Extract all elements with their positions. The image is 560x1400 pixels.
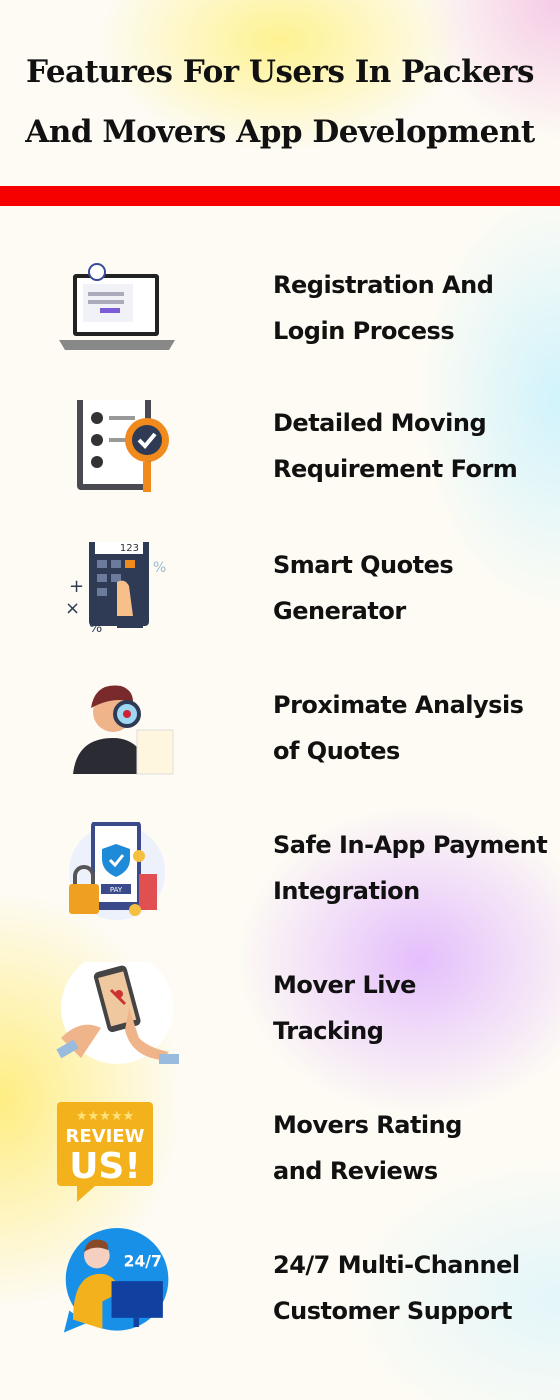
feature-item-quotes-generator: 123 + ×%% Smart Quotes Generator [0,542,560,682]
laptop-login-icon [59,263,175,350]
feature-title-line2: of Quotes [273,737,400,765]
support-24-7-icon: 24/7 [63,1228,169,1333]
review-us-icon: ★★★★★ REVIEW US! [57,1102,153,1202]
svg-text:REVIEW: REVIEW [66,1126,145,1147]
svg-text:★★★★★: ★★★★★ [76,1109,134,1124]
feature-title-line2: Login Process [273,317,455,345]
title-line-2: And Movers App Development [25,114,535,150]
feature-title-line1: Mover Live [273,971,416,999]
feature-title-line1: Smart Quotes [273,551,454,579]
svg-text:+: + [69,576,84,597]
feature-title-line2: Customer Support [273,1297,512,1325]
feature-item-registration: Registration And Login Process [0,262,560,402]
feature-title-line2: Integration [273,877,420,905]
svg-text:US!: US! [69,1146,141,1187]
feature-item-live-tracking: Mover Live Tracking [0,962,560,1102]
feature-item-ratings: ★★★★★ REVIEW US! Movers Rating and Review… [0,1102,560,1242]
feature-title-line1: Proximate Analysis [273,691,524,719]
feature-item-requirement-form: Detailed Moving Requirement Form [0,400,560,540]
divider-bar [0,186,560,206]
magnifier-analysis-icon [73,685,174,775]
feature-title-line2: Requirement Form [273,455,518,483]
page-title: Features For Users In Packers And Movers… [0,42,560,162]
feature-title-line1: Detailed Moving [273,409,487,437]
feature-title-line1: Safe In-App Payment [273,831,548,859]
svg-text:%: % [153,560,166,576]
clipboard-check-icon [77,400,169,492]
feature-item-payment: PAY Safe In-App Payment Integration [0,822,560,962]
support-hours-graphic: 24/7 [124,1253,162,1271]
svg-text:%: % [89,620,102,636]
svg-text:×: × [65,598,80,619]
pay-button-graphic: PAY [110,886,123,894]
secure-payment-icon: PAY [69,822,165,920]
feature-title-line2: and Reviews [273,1157,438,1185]
feature-title-line1: Movers Rating [273,1111,462,1139]
feature-item-support: 24/7 24/7 Multi-Channel Customer Support [0,1228,560,1368]
feature-title-line1: 24/7 Multi-Channel [273,1251,520,1279]
feature-title-line2: Tracking [273,1017,384,1045]
feature-title-line1: Registration And [273,271,494,299]
map-tracking-icon [56,962,179,1064]
feature-item-quote-analysis: Proximate Analysis of Quotes [0,682,560,822]
feature-title-line2: Generator [273,597,406,625]
calculator-icon: 123 +×%% [65,542,166,636]
title-line-1: Features For Users In Packers [26,54,534,90]
calculator-display: 123 [120,543,139,554]
